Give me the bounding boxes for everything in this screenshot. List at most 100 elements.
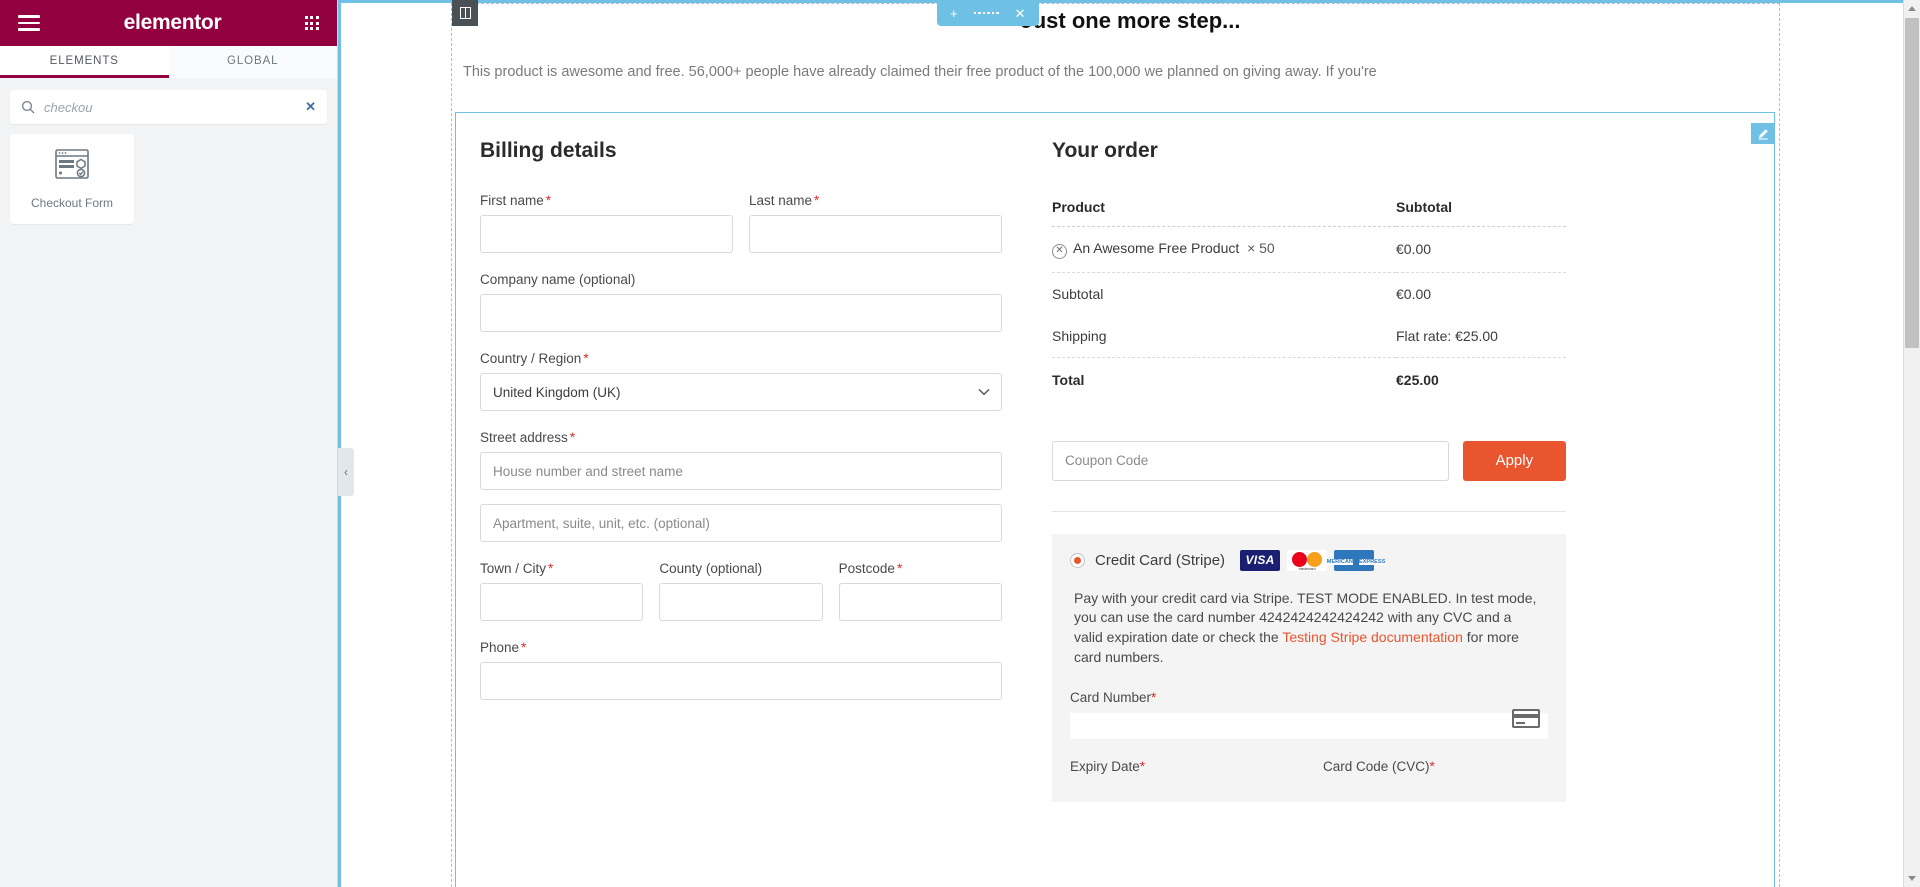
company-group: Company name (optional) (480, 272, 1002, 332)
checkout-columns: Billing details First name * Last name * C… (456, 113, 1774, 802)
card-brand-logos: VISA mastercard AMERICAN EXPRESS (1240, 549, 1386, 571)
total-value: €25.00 (1396, 371, 1439, 388)
postcode-group: Postcode * (838, 561, 1002, 621)
stripe-description: Pay with your credit card via Stripe. TE… (1070, 588, 1548, 668)
country-label: Country / Region * (480, 351, 589, 366)
tab-elements[interactable]: ELEMENTS (0, 46, 169, 78)
widget-card-checkout-form[interactable]: Checkout Form (10, 134, 134, 224)
expiry-label: Expiry Date* (1070, 759, 1146, 774)
widget-card-label: Checkout Form (30, 195, 114, 210)
first-name-input[interactable] (480, 215, 733, 253)
card-number-label: Card Number* (1070, 690, 1157, 705)
order-item-name: An Awesome Free Product (1073, 240, 1240, 256)
county-input[interactable] (659, 583, 823, 621)
stripe-docs-link[interactable]: Testing Stripe documentation (1282, 629, 1463, 645)
street-address-input[interactable] (480, 452, 1002, 490)
coupon-row: Apply (1052, 440, 1566, 481)
elementor-logo: elementor (123, 11, 222, 34)
shipping-label: Shipping (1052, 314, 1396, 358)
order-row-subtotal: Subtotal €0.00 (1052, 272, 1566, 315)
city-group: Town / City * (480, 561, 644, 621)
billing-details-column: Billing details First name * Last name * C… (456, 139, 1030, 802)
order-item-name-cell: ✕ An Awesome Free Product × 50 (1052, 226, 1396, 273)
plus-icon[interactable]: + (950, 7, 958, 20)
company-label: Company name (optional) (480, 272, 636, 287)
street-address-2-input[interactable] (480, 504, 1002, 542)
company-input[interactable] (480, 294, 1002, 332)
widget-toolbar: + ✕ (937, 0, 1039, 26)
credit-card-icon (1512, 709, 1540, 728)
phone-label: Phone * (480, 640, 527, 655)
country-group: Country / Region * (480, 351, 1002, 411)
search-input[interactable] (44, 99, 297, 115)
divider (1052, 510, 1566, 512)
street-group: Street address * (480, 430, 1002, 490)
total-label: Total (1052, 371, 1085, 388)
first-name-group: First name * (480, 193, 733, 253)
drag-handle-icon[interactable] (973, 11, 999, 15)
elementor-side-panel: elementor ELEMENTS GLOBAL ✕ (0, 0, 338, 887)
name-row: First name * Last name * (480, 193, 1002, 253)
city-input[interactable] (480, 583, 644, 621)
last-name-input[interactable] (749, 215, 1002, 253)
visa-card-icon: VISA (1240, 549, 1281, 571)
last-name-group: Last name * (749, 193, 1002, 253)
stripe-radio[interactable] (1070, 552, 1085, 568)
payment-method-label: Credit Card (Stripe) (1095, 551, 1226, 569)
payment-method-header: Credit Card (Stripe) VISA mastercard AME… (1070, 549, 1548, 571)
street2-group (480, 504, 1002, 542)
chevron-left-icon: ‹ (344, 465, 348, 479)
search-icon (21, 100, 35, 114)
apply-coupon-button[interactable]: Apply (1462, 440, 1566, 481)
order-line-item: ✕ An Awesome Free Product × 50 €0.00 (1052, 226, 1566, 273)
card-number-input[interactable] (1070, 713, 1548, 739)
hamburger-menu-icon[interactable] (18, 15, 40, 31)
checkout-form-widget: Billing details First name * Last name * C… (455, 112, 1775, 887)
clear-x-icon[interactable]: ✕ (305, 99, 316, 115)
last-name-label: Last name * (749, 193, 820, 208)
widget-grid: Checkout Form (0, 132, 337, 226)
coupon-input[interactable] (1052, 440, 1449, 481)
panel-tabs: ELEMENTS GLOBAL (0, 46, 337, 78)
order-row-shipping: Shipping Flat rate: €25.00 (1052, 314, 1566, 358)
tab-global[interactable]: GLOBAL (168, 46, 337, 78)
pencil-edit-icon[interactable] (1751, 123, 1775, 144)
order-title: Your order (1052, 139, 1158, 162)
payment-method-box: Credit Card (Stripe) VISA mastercard AME… (1052, 533, 1566, 802)
canvas-top-edge (341, 0, 1920, 3)
col-subtotal: Subtotal (1396, 199, 1566, 227)
postcode-label: Postcode * (838, 561, 903, 576)
card-number-wrap (1070, 709, 1548, 739)
scroll-up-arrow-icon[interactable] (1904, 0, 1920, 17)
street-label: Street address * (480, 430, 576, 445)
country-select[interactable] (480, 373, 1002, 411)
order-table: Product Subtotal ✕ An Awesome Free Produc… (1052, 199, 1566, 401)
order-table-header: Product Subtotal (1052, 199, 1566, 227)
order-row-total: Total €25.00 (1052, 357, 1566, 401)
page-title: Just one more step... (1020, 8, 1241, 33)
phone-input[interactable] (480, 662, 1002, 700)
order-item-qty: × 50 (1247, 240, 1275, 256)
remove-item-icon[interactable]: ✕ (1052, 243, 1067, 259)
expiry-group: Expiry Date* (1070, 759, 1295, 782)
first-name-label: First name * (480, 193, 552, 208)
col-product: Product (1052, 199, 1396, 227)
scroll-down-arrow-icon[interactable] (1904, 870, 1920, 887)
cvc-group: Card Code (CVC)* (1323, 759, 1548, 782)
widget-search-area: ✕ (0, 78, 337, 132)
panel-collapse-handle[interactable]: ‹ (338, 448, 354, 496)
intro-paragraph: This product is awesome and free. 56,000… (463, 64, 1377, 80)
scrollbar-thumb[interactable] (1905, 18, 1919, 348)
column-handle-icon[interactable] (452, 0, 478, 26)
subtotal-label: Subtotal (1052, 285, 1104, 302)
shipping-value: Flat rate: €25.00 (1396, 314, 1566, 358)
grid-apps-icon[interactable] (304, 16, 319, 30)
postcode-input[interactable] (838, 583, 1002, 621)
order-summary-column: Your order Product Subtotal ✕ An Awesome… (1030, 139, 1590, 802)
billing-title: Billing details (480, 139, 617, 162)
search-box[interactable]: ✕ (10, 90, 327, 124)
canvas-scrollbar[interactable] (1903, 0, 1920, 887)
city-row: Town / City * County (optional) Postcode * (480, 561, 1002, 621)
close-x-icon[interactable]: ✕ (1015, 7, 1026, 20)
county-label: County (optional) (659, 561, 763, 576)
